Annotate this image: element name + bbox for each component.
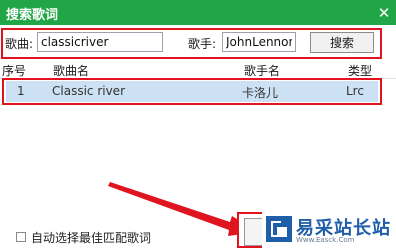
close-icon[interactable]: ✕ [372,0,396,25]
artist-label: 歌手: [188,37,217,51]
row-type: Lrc [346,84,364,98]
table-header: 序号 歌曲名 歌手名 类型 [0,61,396,78]
header-index[interactable]: 序号 [2,62,26,79]
row-index: 1 [17,84,25,98]
auto-select-checkbox[interactable] [16,232,26,242]
window-title: 搜索歌词 [6,8,59,23]
header-song[interactable]: 歌曲名 [53,62,89,79]
row-artist: 卡洛儿 [242,86,279,100]
watermark-logo-icon [266,216,292,242]
watermark-url: Www.Easck.Com [296,236,355,244]
search-button[interactable]: 搜索 [310,32,374,53]
header-type[interactable]: 类型 [348,62,372,79]
artist-input[interactable] [222,32,296,52]
row-song: Classic river [52,84,126,98]
song-label: 歌曲: [5,37,34,51]
watermark: 易采站长站 Www.Easck.Com [262,212,396,248]
auto-select-label[interactable]: 自动选择最佳匹配歌词 [31,229,151,246]
header-artist[interactable]: 歌手名 [244,62,280,79]
download-button[interactable] [244,218,263,246]
header-divider [0,78,396,79]
table-row[interactable]: 1 Classic river 卡洛儿 Lrc [6,81,378,102]
song-input[interactable] [37,32,163,52]
title-bar: 搜索歌词 ✕ [0,0,396,25]
